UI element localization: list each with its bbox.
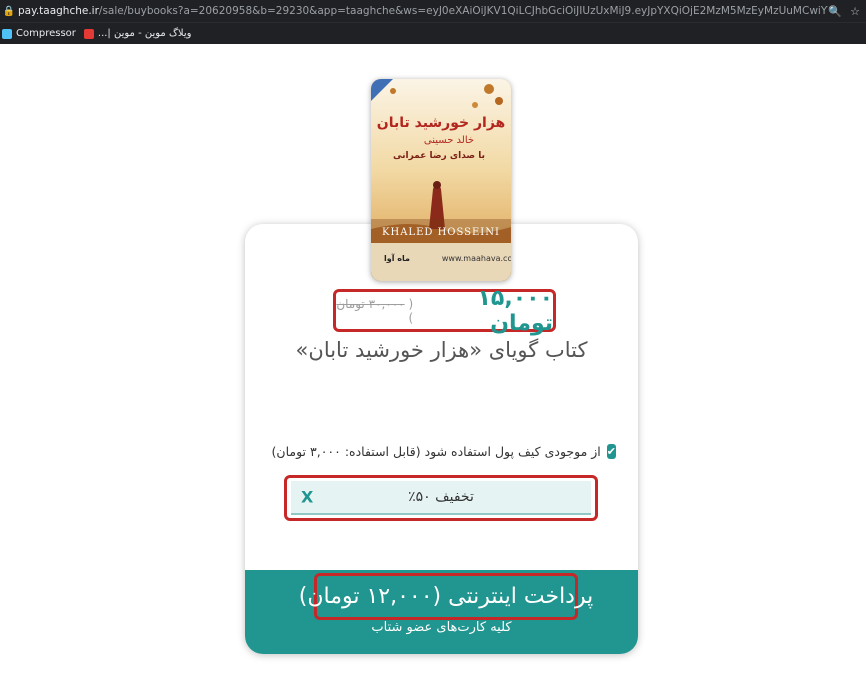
address-bar-tools: 🔍 ☆ — [828, 5, 866, 18]
price-old: ( ۳۰,۰۰۰ تومان ) — [336, 297, 413, 325]
blog-icon — [83, 28, 94, 39]
browser-address-bar[interactable]: 🔒 pay.taaghche.ir/sale/buybooks?a=206209… — [0, 0, 866, 22]
check-icon: ✔ — [606, 444, 616, 458]
discount-field: تخفیف ۵۰٪ X — [291, 481, 591, 515]
remove-discount-button[interactable]: X — [301, 488, 313, 507]
bookmark-label: Compressor — [16, 28, 76, 39]
online-payment-button[interactable]: پرداخت اینترنتی (۱۲,۰۰۰ تومان) — [299, 573, 593, 620]
url-text[interactable]: pay.taaghche.ir/sale/buybooks?a=20620958… — [18, 5, 828, 17]
cover-logo: ماه آوا — [384, 253, 410, 263]
price-old-open: ( — [408, 296, 414, 311]
discount-box: تخفیف ۵۰٪ X — [284, 475, 598, 521]
cover-narrator: با صدای رضا عمرانی — [393, 151, 485, 161]
price-old-value: ۳۰,۰۰۰ تومان — [336, 296, 405, 311]
price-new: ۱۵,۰۰۰ تومان — [477, 285, 554, 336]
payment-subtitle: کلیه کارت‌های عضو شتاب — [371, 620, 512, 635]
compressor-icon — [2, 28, 12, 39]
url-path: /sale/buybooks?a=20620958&b=29230&app=ta… — [98, 5, 829, 17]
discount-label: تخفیف ۵۰٪ — [408, 489, 474, 505]
book-title: کتاب گویای «هزار خورشید تابان» — [295, 338, 588, 362]
book-cover: هزار خورشید تابان خالد حسینی با صدای رضا… — [371, 79, 511, 281]
bookmark-blog[interactable]: ویلاگ موین - موین |... — [83, 28, 192, 39]
zoom-icon[interactable]: 🔍 — [828, 5, 842, 18]
cover-author-latin: KHALED HOSSEINI — [382, 227, 500, 238]
url-host: pay.taaghche.ir — [18, 5, 99, 17]
payment-label: پرداخت اینترنتی (۱۲,۰۰۰ تومان) — [298, 584, 594, 609]
cover-author: خالد حسینی — [424, 135, 474, 146]
star-icon[interactable]: ☆ — [850, 5, 860, 18]
bookmark-compressor[interactable]: Compressor — [2, 28, 76, 39]
price-box: ۱۵,۰۰۰ تومان ( ۳۰,۰۰۰ تومان ) — [333, 286, 556, 336]
wallet-label: از موجودی کیف پول استفاده شود (قابل استف… — [271, 443, 601, 459]
wallet-option[interactable]: از موجودی کیف پول استفاده شود (قابل استف… — [272, 440, 616, 462]
lock-icon: 🔒 — [2, 5, 16, 17]
price-old-close: ) — [408, 310, 414, 325]
cover-site: www.maahava.com — [442, 254, 511, 263]
cover-title: هزار خورشید تابان — [377, 115, 506, 131]
bookmarks-bar: Compressor ویلاگ موین - موین |... — [0, 22, 866, 44]
bookmark-label: ویلاگ موین - موین |... — [97, 28, 192, 39]
wallet-checkbox[interactable]: ✔ — [606, 443, 616, 459]
